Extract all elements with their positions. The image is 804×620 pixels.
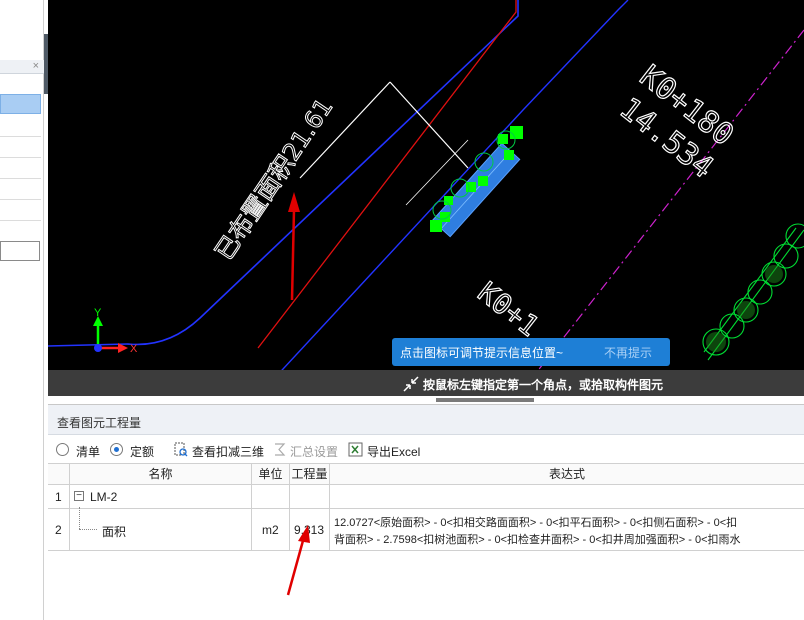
tree-connector [79, 529, 97, 530]
road-boundary-line [257, 0, 629, 396]
collapse-icon[interactable]: − [74, 491, 84, 501]
leader-line [299, 81, 469, 179]
left-panel-row-divider [0, 157, 41, 158]
export-excel-button[interactable]: 导出Excel [367, 443, 420, 460]
red-arrow-annotation [288, 192, 300, 301]
view-3d-icon[interactable] [173, 442, 188, 457]
expr-line: 12.0727<原始面积> - 0<扣相交路面面积> - 0<扣平石面积> - … [334, 517, 738, 529]
grip-point [498, 134, 508, 144]
tip-popup[interactable]: 点击图标可调节提示信息位置~ 不再提示 [392, 338, 670, 366]
left-side-panel: × [0, 0, 44, 620]
station-label-group: K0+1 [471, 275, 546, 344]
tree-fill-right [706, 265, 783, 352]
table-row-name[interactable]: 面积 [70, 507, 252, 551]
table-row-expr [330, 485, 804, 509]
quantity-panel: 查看图元工程量 清单 定额 查看扣减三维 汇总设置 导出Excel 名称 单位 … [48, 404, 804, 620]
export-excel-icon[interactable] [348, 442, 363, 457]
summary-settings-button: 汇总设置 [290, 445, 339, 459]
left-panel-row-divider [0, 199, 41, 200]
area-label-group: 已布置面积21.61 [209, 93, 339, 266]
panel-title-bar: 查看图元工程量 [48, 405, 804, 435]
left-panel-row-divider [0, 136, 41, 137]
horizontal-scrollbar-thumb[interactable] [436, 398, 534, 402]
radio-list-label[interactable]: 清单 [76, 443, 100, 460]
command-status-bar: 按鼠标左键指定第一个角点，或拾取构件图元 [48, 370, 804, 396]
row-name: LM-2 [90, 490, 118, 504]
station-bottom-label: K0+1 [472, 276, 545, 344]
left-panel-input-box[interactable] [0, 241, 40, 261]
table-header-unit[interactable]: 单位 [252, 464, 290, 485]
table-row-expr: 12.0727<原始面积> - 0<扣相交路面面积> - 0<扣平石面积> - … [330, 509, 804, 551]
station-label-group: K0+180 14.534 [612, 58, 740, 186]
radio-list[interactable] [56, 443, 69, 456]
table-header-index [48, 464, 70, 485]
axis-x-label: X [130, 343, 138, 355]
tree-connector [79, 507, 80, 529]
table-row-index: 1 [48, 485, 70, 509]
radio-quota[interactable] [110, 443, 123, 456]
radio-quota-label[interactable]: 定额 [130, 443, 154, 460]
panel-title: 查看图元工程量 [57, 416, 142, 430]
table-row-unit [252, 485, 290, 509]
dismiss-tip-link[interactable]: 不再提示 [604, 344, 652, 361]
left-panel-row-divider [0, 178, 41, 179]
red-arrow-annotation [286, 525, 310, 596]
close-icon[interactable]: × [33, 60, 39, 73]
corner-select-icon [403, 376, 419, 392]
table-row-qty [290, 485, 330, 509]
grip-point [504, 150, 514, 160]
table-header-name[interactable]: 名称 [70, 464, 252, 485]
expr-line: 背面积> - 2.7598<扣树池面积> - 0<扣检查井面积> - 0<扣井周… [334, 534, 741, 546]
left-panel-selected-row[interactable] [0, 94, 41, 114]
row-name: 面积 [102, 525, 127, 539]
table-row-name[interactable]: − LM-2 [70, 485, 252, 509]
axis-indicator: Y X [93, 307, 138, 355]
panel-toolbar: 清单 定额 查看扣减三维 汇总设置 导出Excel [48, 439, 804, 463]
summary-settings-icon [275, 443, 286, 456]
table-header-expr[interactable]: 表达式 [330, 464, 804, 485]
table-row-index: 2 [48, 509, 70, 551]
row-number: 1 [55, 490, 62, 504]
cad-canvas[interactable]: K0+180 14.534 K0+1 已布置面积21.61 Y X 点击图标可调… [48, 0, 804, 396]
view-3d-button[interactable]: 查看扣减三维 [192, 443, 264, 460]
grip-point [510, 126, 523, 139]
tip-popup-message[interactable]: 点击图标可调节提示信息位置~ [400, 344, 563, 361]
grip-point [478, 176, 488, 186]
table-header-qty[interactable]: 工程量 [290, 464, 330, 485]
row-number: 2 [55, 523, 62, 537]
axis-y-label: Y [94, 307, 102, 319]
placed-area-label: 已布置面积21.61 [210, 93, 339, 265]
status-text: 按鼠标左键指定第一个角点，或拾取构件图元 [423, 378, 664, 392]
cad-drawing: K0+180 14.534 K0+1 已布置面积21.61 Y X [48, 0, 804, 396]
quantity-table: 名称 单位 工程量 表达式 1 − LM-2 2 面积 m2 9.313 12.… [48, 463, 804, 620]
left-panel-row-divider [0, 220, 41, 221]
grip-point [440, 212, 450, 222]
